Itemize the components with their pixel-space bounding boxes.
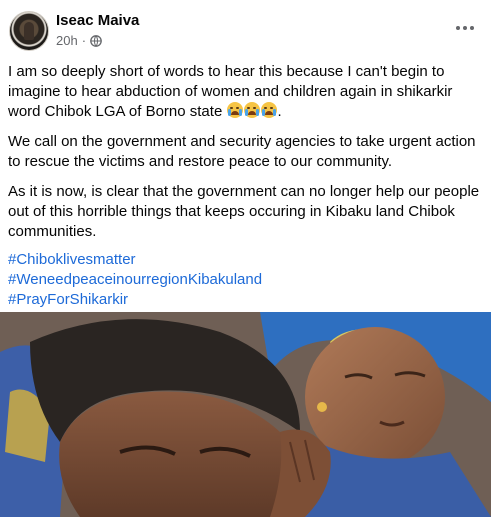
- paragraph-suffix: .: [277, 103, 282, 120]
- post-paragraph: As it is now, is clear that the governme…: [8, 183, 480, 240]
- hashtag-link[interactable]: #Chiboklivesmatter: [8, 250, 486, 270]
- more-dot: [456, 26, 460, 30]
- crying-face-emoji: [244, 102, 261, 118]
- more-dot: [470, 26, 474, 30]
- author-avatar[interactable]: [9, 11, 49, 51]
- avatar-figure: [24, 22, 34, 40]
- post-photo[interactable]: [0, 312, 491, 517]
- photo-illustration: [0, 312, 491, 517]
- post-paragraph: We call on the government and security a…: [8, 133, 476, 170]
- author-name[interactable]: Iseac Maiva: [56, 12, 139, 29]
- hashtag-link[interactable]: #PrayForShikarkir: [8, 290, 486, 310]
- facebook-post: Iseac Maiva 20h · I am so deeply short o…: [0, 0, 491, 517]
- crying-face-emoji: [227, 102, 244, 118]
- post-meta: 20h ·: [56, 33, 102, 48]
- hashtag-link[interactable]: #WeneedpeaceinourregionKibakuland: [8, 270, 486, 290]
- more-dot: [463, 26, 467, 30]
- globe-icon[interactable]: [90, 34, 102, 47]
- post-time[interactable]: 20h: [56, 33, 78, 48]
- post-paragraph: I am so deeply short of words to hear th…: [8, 62, 486, 122]
- crying-face-emoji: [261, 102, 278, 118]
- more-options-icon[interactable]: [453, 18, 477, 38]
- hashtag-list: #Chiboklivesmatter #Weneedpeaceinourregi…: [8, 250, 486, 310]
- post-header: Iseac Maiva 20h ·: [0, 0, 491, 60]
- meta-separator: ·: [81, 33, 87, 48]
- post-body: I am so deeply short of words to hear th…: [8, 62, 486, 310]
